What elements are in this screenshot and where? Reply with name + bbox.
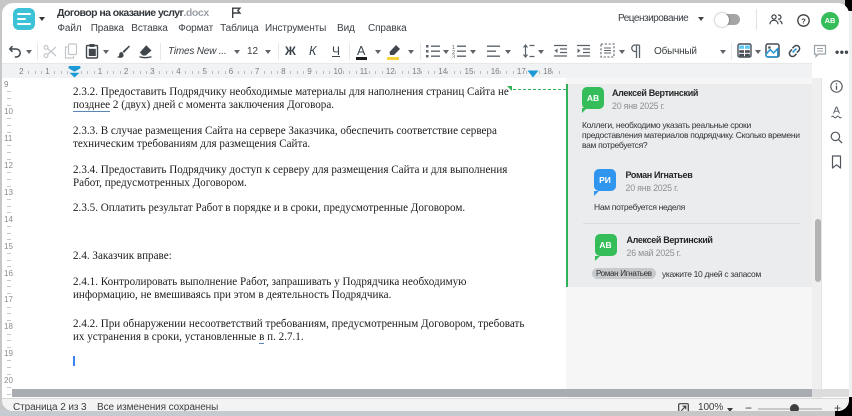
svg-text:А: А [833,105,840,117]
svg-text:3: 3 [452,54,455,58]
svg-text:?: ? [801,16,806,25]
